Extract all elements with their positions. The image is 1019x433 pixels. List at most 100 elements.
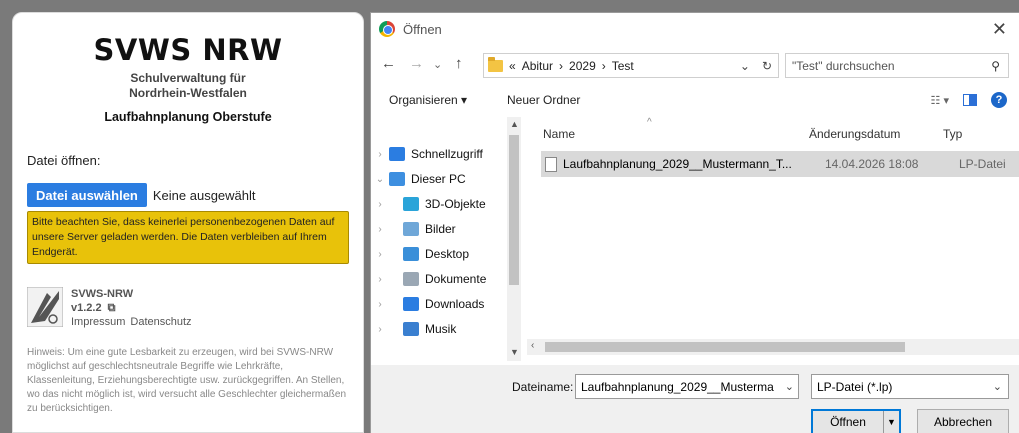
search-input[interactable]: "Test" durchsuchen ⚲ <box>785 53 1009 78</box>
view-options-icon[interactable]: ☷ ▾ <box>931 94 949 107</box>
nav-item-label: Desktop <box>425 247 470 261</box>
filename-input[interactable]: Laufbahnplanung_2029__Musterma ⌄ <box>575 374 799 399</box>
nav-item-label: Schnellzugriff <box>411 147 483 161</box>
nav-item-label: Musik <box>425 322 457 336</box>
nav-item[interactable]: › Desktop <box>371 243 469 265</box>
copy-icon[interactable]: ⧉ <box>108 301 116 315</box>
navigation-bar: ← → ⌄ ↑ « Abitur › 2029 › Test ⌄ ↻ "Test"… <box>371 53 1019 79</box>
nav-chevron-icon[interactable]: › <box>371 274 389 285</box>
nav-item-label: Bilder <box>425 222 456 236</box>
up-arrow-icon[interactable]: ↑ <box>455 55 463 72</box>
nav-item-label: Dieser PC <box>411 172 466 186</box>
app-subtitle: Schulverwaltung für Nordrhein-Westfalen <box>13 71 363 101</box>
file-list: Name ^ Änderungsdatum Typ Laufbahnplanun… <box>527 117 1019 337</box>
gender-hint: Hinweis: Um eine gute Lesbarkeit zu erze… <box>27 347 347 414</box>
nav-item-label: Downloads <box>425 297 485 311</box>
privacy-note: Bitte beachten Sie, dass keinerlei perso… <box>27 211 349 264</box>
privacy-link[interactable]: Datenschutz <box>130 316 191 328</box>
column-name[interactable]: Name <box>543 127 575 141</box>
nav-chevron-icon[interactable]: › <box>371 224 389 235</box>
org-name: SVWS-NRW <box>71 288 134 300</box>
chevron-down-icon[interactable]: ⌄ <box>785 380 794 393</box>
svws-app-panel: SVWS NRW Schulverwaltung für Nordrhein-W… <box>12 12 364 433</box>
navigation-pane: › Schnellzugriff ⌄ Dieser PC › 3D-Objekte › Bil… <box>371 117 521 361</box>
address-bar[interactable]: « Abitur › 2029 › Test ⌄ ↻ <box>483 53 779 78</box>
preview-pane-icon[interactable] <box>963 94 977 106</box>
new-folder-button[interactable]: Neuer Ordner <box>507 93 580 107</box>
open-button[interactable]: Öffnen ▼ <box>811 409 901 433</box>
nav-scroll-thumb[interactable] <box>509 135 519 285</box>
nav-item-icon <box>403 272 419 286</box>
column-modified[interactable]: Änderungsdatum <box>809 127 900 141</box>
nav-item[interactable]: ⌄ Dieser PC <box>371 168 466 190</box>
refresh-icon[interactable]: ↻ <box>762 59 772 73</box>
file-type: LP-Datei <box>959 157 1006 171</box>
folder-icon <box>488 56 503 72</box>
nav-item[interactable]: › Bilder <box>371 218 456 240</box>
nav-item[interactable]: › Downloads <box>371 293 484 315</box>
nav-item-icon <box>403 197 419 211</box>
dialog-toolbar: Organisieren ▾ Neuer Ordner ☷ ▾ ? <box>371 87 1019 113</box>
filename-value: Laufbahnplanung_2029__Musterma <box>581 379 774 394</box>
nav-chevron-icon[interactable]: ⌄ <box>371 174 389 185</box>
chrome-icon <box>379 21 395 37</box>
nav-chevron-icon[interactable]: › <box>371 149 389 160</box>
search-icon[interactable]: ⚲ <box>991 59 1000 73</box>
scroll-left-icon[interactable]: ‹ <box>531 340 534 351</box>
nav-chevron-icon[interactable]: › <box>371 199 389 210</box>
help-icon[interactable]: ? <box>991 92 1007 108</box>
file-status: Keine ausgewählt <box>152 187 256 203</box>
horizontal-scrollbar[interactable]: ‹ <box>527 339 1019 355</box>
scroll-down-icon[interactable]: ▼ <box>510 347 519 357</box>
chevron-down-icon[interactable]: ⌄ <box>993 380 1002 393</box>
open-file-label: Datei öffnen: <box>27 153 101 168</box>
nav-item-label: Dokumente <box>425 272 487 286</box>
close-icon[interactable]: ✕ <box>992 19 1007 40</box>
breadcrumb-2029[interactable]: 2029 <box>569 59 596 73</box>
dialog-title: Öffnen <box>403 21 442 37</box>
file-picker: Datei auswählen Keine ausgewählt <box>27 183 349 207</box>
nav-item[interactable]: › 3D-Objekte <box>371 193 486 215</box>
org-info: SVWS-NRW v1.2.2 ⧉ Impressum Datenschutz <box>27 287 349 329</box>
choose-file-button[interactable]: Datei auswählen <box>27 183 147 207</box>
breadcrumb-separator: › <box>559 58 564 73</box>
cancel-button[interactable]: Abbrechen <box>917 409 1009 433</box>
nav-chevron-icon[interactable]: › <box>371 324 389 335</box>
nav-item[interactable]: › Dokumente <box>371 268 486 290</box>
nav-scrollbar[interactable]: ▲ ▼ <box>507 117 521 361</box>
chevron-down-icon[interactable]: ⌄ <box>740 59 750 73</box>
file-name: Laufbahnplanung_2029__Mustermann_T... <box>563 157 792 171</box>
breadcrumb-abitur[interactable]: Abitur <box>522 59 553 73</box>
nav-item-icon <box>389 147 405 161</box>
column-type[interactable]: Typ <box>943 127 962 141</box>
version: v1.2.2 <box>71 302 102 314</box>
filename-label: Dateiname: <box>512 380 574 394</box>
scroll-up-icon[interactable]: ▲ <box>510 119 519 129</box>
nav-chevron-icon[interactable]: › <box>371 299 389 310</box>
recent-locations-icon[interactable]: ⌄ <box>433 58 442 71</box>
nav-item-icon <box>403 322 419 336</box>
app-subtitle-line1: Schulverwaltung für <box>130 71 246 85</box>
file-modified: 14.04.2026 18:08 <box>825 157 919 171</box>
nav-item-label: 3D-Objekte <box>425 197 486 211</box>
app-title: SVWS NRW <box>93 33 283 67</box>
file-open-dialog: Öffnen ✕ ← → ⌄ ↑ « Abitur › 2029 › Test … <box>370 12 1019 433</box>
svws-logo-icon <box>27 287 63 327</box>
file-row[interactable]: Laufbahnplanung_2029__Mustermann_T... 14… <box>541 151 1019 177</box>
nav-item[interactable]: › Schnellzugriff <box>371 143 483 165</box>
horizontal-scroll-thumb[interactable] <box>545 342 905 352</box>
filetype-select[interactable]: LP-Datei (*.lp) ⌄ <box>811 374 1009 399</box>
organize-menu[interactable]: Organisieren ▾ <box>389 93 467 107</box>
breadcrumb-test[interactable]: Test <box>612 59 634 73</box>
nav-item[interactable]: › Musik <box>371 318 456 340</box>
search-placeholder: "Test" durchsuchen <box>792 58 895 73</box>
nav-chevron-icon[interactable]: › <box>371 249 389 260</box>
forward-arrow-icon[interactable]: → <box>409 55 424 72</box>
view-controls: ☷ ▾ ? <box>931 92 1007 108</box>
open-options-icon[interactable]: ▼ <box>883 411 899 433</box>
imprint-link[interactable]: Impressum <box>71 316 125 328</box>
back-arrow-icon[interactable]: ← <box>381 55 396 72</box>
version-row: v1.2.2 ⧉ <box>71 301 197 315</box>
app-subtitle-line2: Nordrhein-Westfalen <box>129 86 247 100</box>
breadcrumb-overflow[interactable]: « <box>509 59 516 73</box>
